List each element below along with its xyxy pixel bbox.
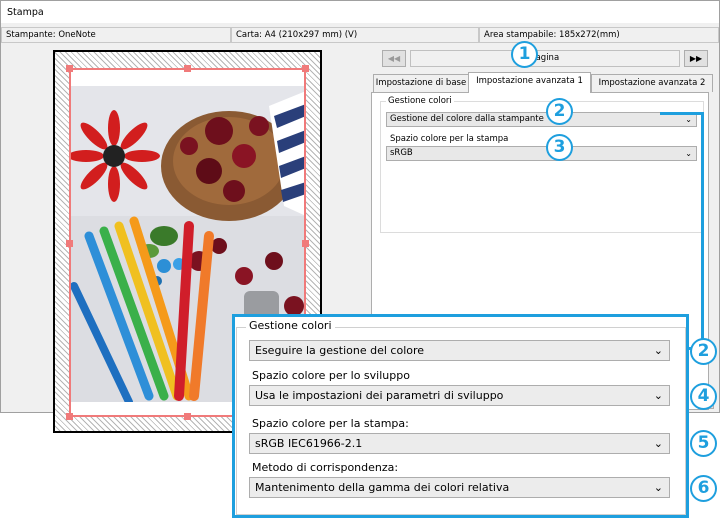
paper-info: Carta: A4 (210x297 mm) (V) [231, 27, 479, 43]
tab-label: Impostazione avanzata 1 [476, 76, 583, 86]
tab-advanced-settings-2[interactable]: Impostazione avanzata 2 [591, 74, 713, 92]
chevron-down-icon: ⌄ [653, 481, 663, 494]
tab-basic-settings[interactable]: Impostazione di base [373, 74, 469, 92]
select-value: Eseguire la gestione del colore [255, 344, 425, 357]
dev-color-space-label: Spazio colore per lo sviluppo [252, 369, 410, 382]
select-value: sRGB [390, 148, 413, 158]
tab-label: Impostazione avanzata 2 [598, 78, 706, 88]
select-value: Mantenimento della gamma dei colori rela… [255, 481, 510, 494]
chevron-down-icon: ⌄ [653, 344, 663, 357]
select-value: sRGB IEC61966-2.1 [255, 437, 363, 450]
resize-handle[interactable] [66, 413, 73, 420]
callout-3: 3 [546, 134, 573, 161]
resize-handle[interactable] [66, 240, 73, 247]
rendering-intent-select[interactable]: Mantenimento della gamma dei colori rela… [249, 477, 670, 498]
print-color-space-select[interactable]: sRGB ⌄ [386, 146, 697, 161]
tab-advanced-settings-1[interactable]: Impostazione avanzata 1 [468, 72, 591, 93]
prev-page-button[interactable]: ◀◀ [382, 50, 406, 67]
rendering-intent-label: Metodo di corrispondenza: [252, 461, 399, 474]
printable-area-label: Area stampabile: 185x272(mm) [484, 30, 620, 40]
chevron-down-icon: ⌄ [653, 437, 663, 450]
resize-handle[interactable] [184, 413, 191, 420]
printer-info: Stampante: OneNote [1, 27, 231, 43]
dev-color-space-select[interactable]: Usa le impostazioni dei parametri di svi… [249, 385, 670, 406]
callout-2b: 2 [690, 338, 717, 365]
zoom-print-color-space-label: Spazio colore per la stampa: [252, 417, 409, 430]
color-management-mode-select[interactable]: Eseguire la gestione del colore ⌄ [249, 340, 670, 361]
chevron-down-icon: ⌄ [653, 389, 663, 402]
color-management-select[interactable]: Gestione del colore dalla stampante ⌄ [386, 112, 697, 127]
callout-6: 6 [690, 475, 717, 502]
printer-label: Stampante: OneNote [6, 30, 96, 40]
tab-label: Impostazione di base [375, 78, 467, 88]
callout-2: 2 [546, 98, 573, 125]
callout-4: 4 [690, 383, 717, 410]
callout-5: 5 [690, 430, 717, 457]
page-indicator: Pagina [410, 50, 680, 67]
title-bar: Stampa [1, 1, 719, 23]
resize-handle[interactable] [302, 240, 309, 247]
paper-label: Carta: A4 (210x297 mm) (V) [236, 30, 358, 40]
color-management-label: Gestione colori [386, 96, 454, 106]
next-page-icon: ▶▶ [689, 54, 703, 63]
zoom-color-group-label: Gestione colori [246, 319, 335, 332]
print-color-space-label: Spazio colore per la stampa [390, 134, 509, 144]
resize-handle[interactable] [66, 65, 73, 72]
callout-1: 1 [511, 41, 538, 68]
prev-page-icon: ◀◀ [387, 54, 401, 63]
resize-handle[interactable] [302, 65, 309, 72]
window-title: Stampa [7, 7, 44, 18]
resize-handle[interactable] [184, 65, 191, 72]
zoom-print-color-space-select[interactable]: sRGB IEC61966-2.1 ⌄ [249, 433, 670, 454]
select-value: Usa le impostazioni dei parametri di svi… [255, 389, 504, 402]
printable-area-info: Area stampabile: 185x272(mm) [479, 27, 719, 43]
select-value: Gestione del colore dalla stampante [390, 114, 544, 124]
next-page-button[interactable]: ▶▶ [684, 50, 708, 67]
